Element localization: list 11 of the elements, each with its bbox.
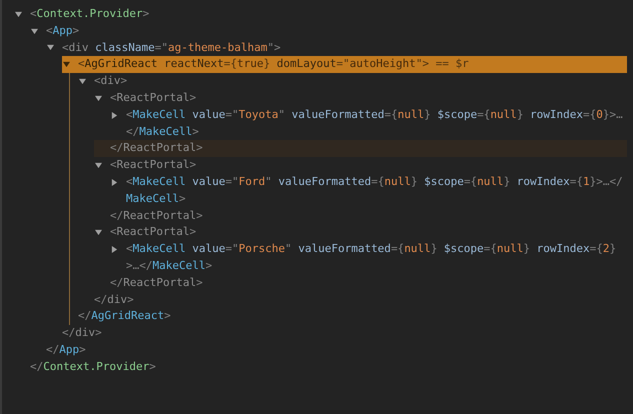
collapse-arrow-icon[interactable] <box>95 229 102 236</box>
collapse-arrow-icon[interactable] <box>47 44 54 52</box>
expand-arrow-icon[interactable] <box>111 246 118 254</box>
collapse-arrow-icon[interactable] <box>95 94 102 102</box>
collapse-arrow-icon[interactable] <box>15 10 22 18</box>
collapse-arrow-icon[interactable] <box>79 78 86 86</box>
expand-arrow-icon[interactable] <box>111 112 118 119</box>
collapse-arrow-icon[interactable] <box>63 61 70 68</box>
collapse-arrow-icon[interactable] <box>31 28 38 35</box>
expand-arrow-icon[interactable] <box>111 178 118 186</box>
collapse-arrow-icon[interactable] <box>95 162 102 170</box>
